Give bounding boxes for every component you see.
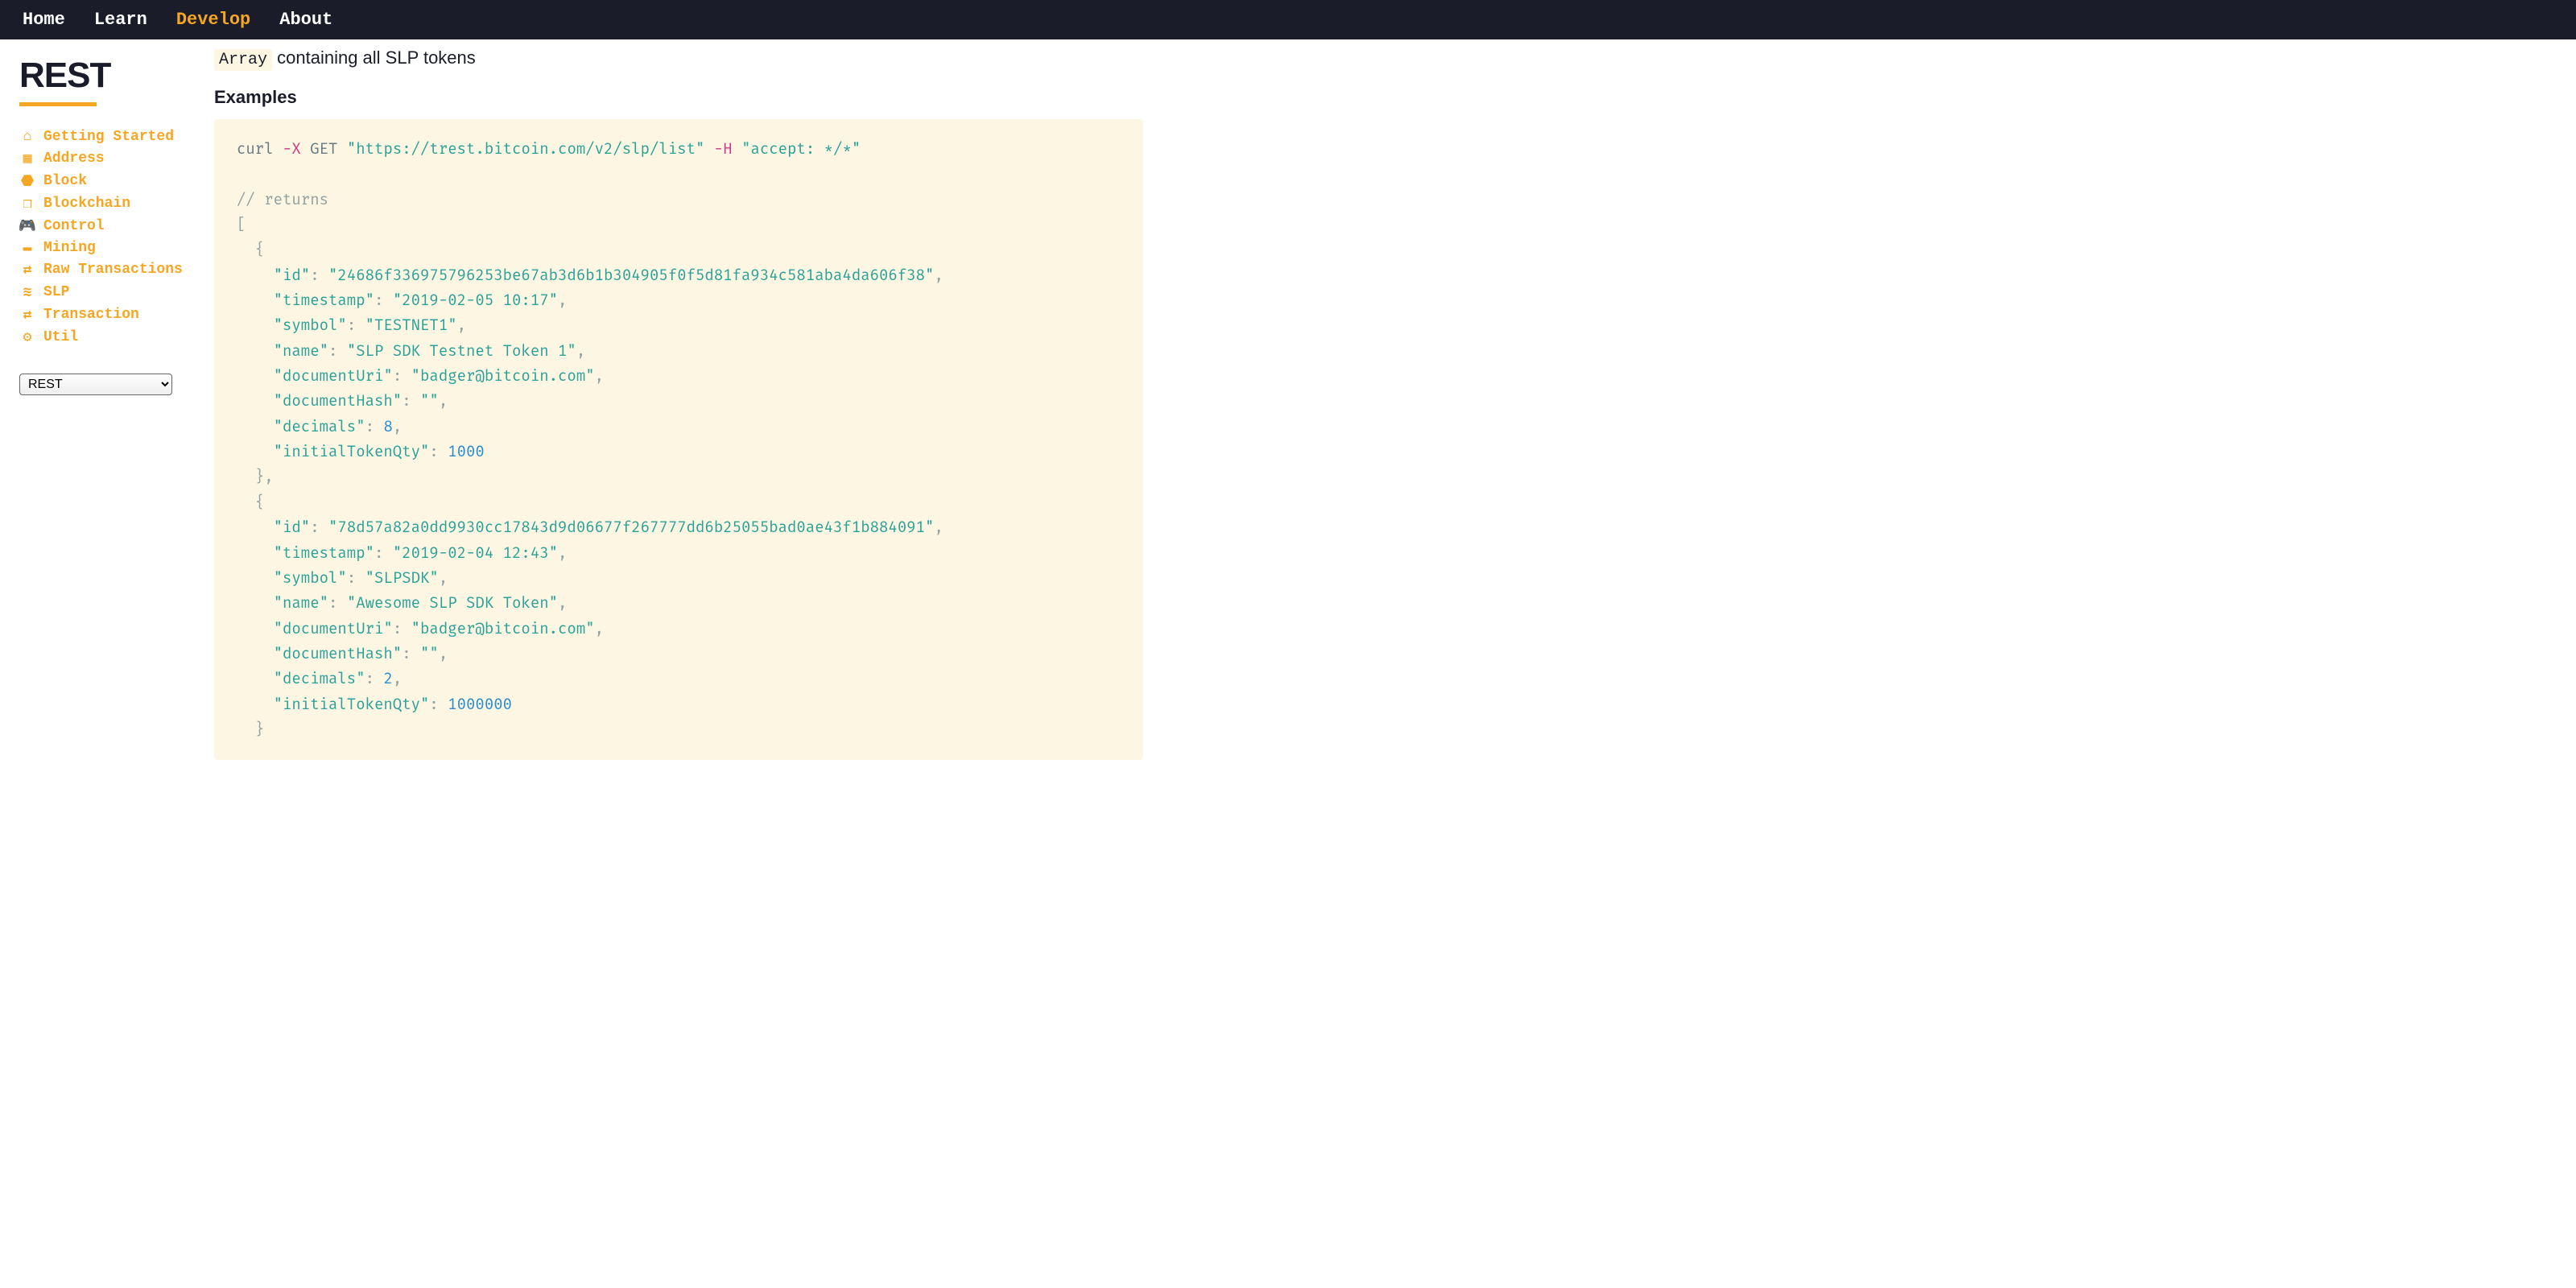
sidebar-item-label: Mining <box>43 240 96 256</box>
nav-home[interactable]: Home <box>23 10 65 30</box>
sidebar-item-label: SLP <box>43 284 69 300</box>
cubes-icon: ❒ <box>19 195 35 213</box>
cube-icon: ⬣ <box>19 172 35 190</box>
home-icon: ⌂ <box>19 129 35 145</box>
sidebar-item-blockchain[interactable]: ❒ Blockchain <box>19 195 190 213</box>
sidebar-item-label: Blockchain <box>43 196 130 212</box>
coins-icon: ≋ <box>19 283 35 301</box>
sidebar-item-label: Address <box>43 151 105 167</box>
main-content: Array containing all SLP tokens Examples… <box>209 39 1175 792</box>
examples-heading: Examples <box>214 87 1143 108</box>
intro-text: containing all SLP tokens <box>272 47 476 68</box>
exchange-icon: ⇄ <box>19 261 35 279</box>
nav-learn[interactable]: Learn <box>94 10 147 30</box>
sidebar-item-label: Block <box>43 173 87 189</box>
inline-code-array: Array <box>214 49 272 71</box>
sidebar-item-control[interactable]: 🎮 Control <box>19 217 190 235</box>
sidebar-item-getting-started[interactable]: ⌂ Getting Started <box>19 129 190 145</box>
cogs-icon: ⚙ <box>19 328 35 346</box>
nav-develop[interactable]: Develop <box>176 10 250 30</box>
sidebar-item-slp[interactable]: ≋ SLP <box>19 283 190 301</box>
sidebar-item-label: Control <box>43 218 105 234</box>
hdd-icon: ▬ <box>19 240 35 256</box>
qr-icon: ▦ <box>19 150 35 167</box>
sidebar-title: REST <box>19 56 190 96</box>
sidebar-item-label: Util <box>43 329 78 345</box>
sidebar-item-util[interactable]: ⚙ Util <box>19 328 190 346</box>
sidebar-item-label: Transaction <box>43 307 139 323</box>
nav-about[interactable]: About <box>279 10 332 30</box>
sidebar-item-block[interactable]: ⬣ Block <box>19 172 190 190</box>
gamepad-icon: 🎮 <box>19 217 35 235</box>
sidebar-item-raw-transactions[interactable]: ⇄ Raw Transactions <box>19 261 190 279</box>
sidebar-item-label: Getting Started <box>43 129 174 145</box>
sidebar-select[interactable]: REST <box>19 374 172 395</box>
sidebar-underline <box>19 102 97 106</box>
sidebar-item-transaction[interactable]: ⇄ Transaction <box>19 306 190 324</box>
exchange-icon: ⇄ <box>19 306 35 324</box>
sidebar-item-label: Raw Transactions <box>43 262 183 278</box>
code-block[interactable]: curl -X GET "https://trest.bitcoin.com/v… <box>214 119 1143 760</box>
top-nav: Home Learn Develop About <box>0 0 2576 39</box>
sidebar-nav: ⌂ Getting Started ▦ Address ⬣ Block ❒ Blockchai… <box>19 129 190 346</box>
intro-line: Array containing all SLP tokens <box>214 47 1143 69</box>
sidebar: REST ⌂ Getting Started ▦ Address ⬣ Block ❒ Bloc… <box>0 39 209 792</box>
sidebar-item-address[interactable]: ▦ Address <box>19 150 190 167</box>
sidebar-item-mining[interactable]: ▬ Mining <box>19 240 190 256</box>
